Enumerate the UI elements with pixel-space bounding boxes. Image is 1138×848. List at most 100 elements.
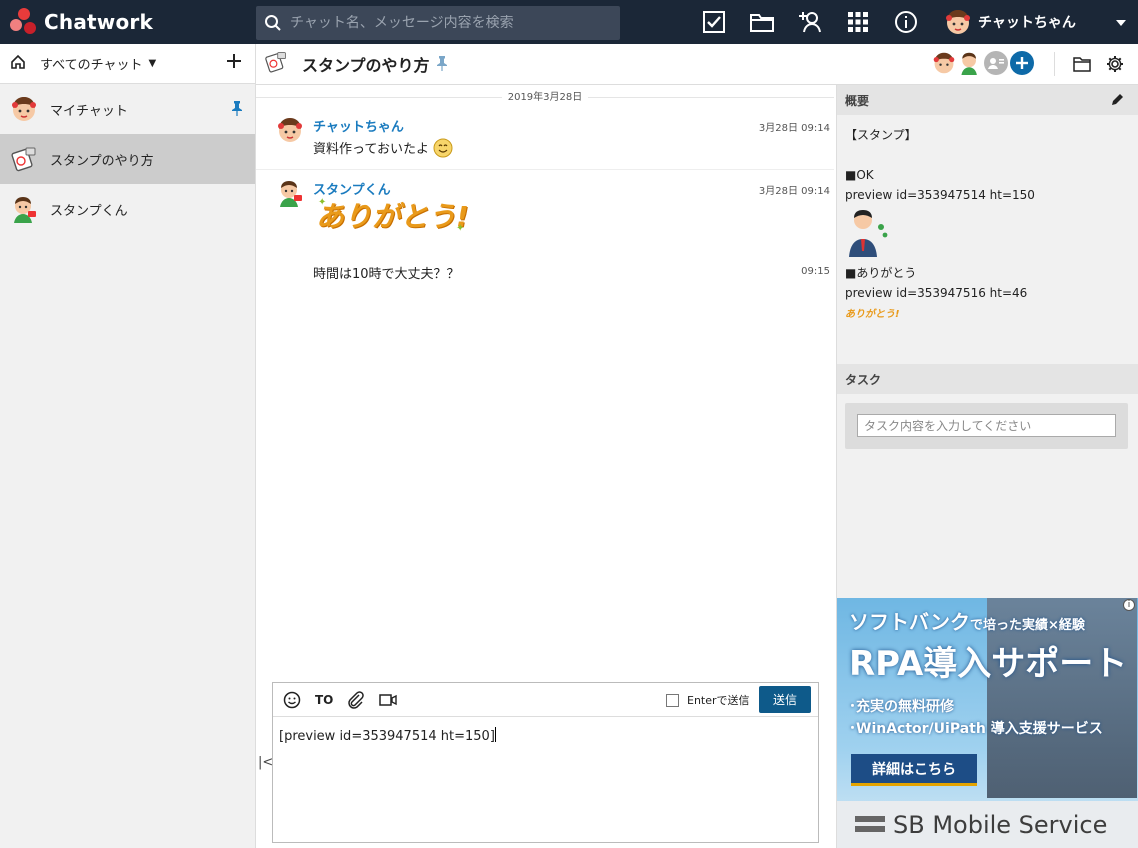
sender-name[interactable]: チャットちゃん	[313, 116, 404, 135]
message-text-content: 資料作っておいたよ	[313, 142, 429, 157]
sticker-room-icon	[264, 50, 292, 78]
search-box[interactable]	[256, 6, 620, 40]
overview-line: 【スタンプ】	[845, 128, 917, 142]
room-members[interactable]	[932, 51, 1036, 79]
attachment-clip-icon[interactable]	[347, 690, 365, 709]
search-icon	[256, 6, 290, 40]
logo-text: Chatwork	[44, 10, 153, 34]
room-item-stamp-howto[interactable]: スタンプのやり方	[0, 134, 255, 184]
tasks-title: タスク	[845, 372, 882, 387]
member-avatar[interactable]	[932, 51, 956, 79]
room-name: マイチャット	[50, 103, 128, 119]
add-contact-icon[interactable]	[796, 8, 824, 36]
edit-pencil-icon[interactable]	[1110, 93, 1124, 110]
sparkle-icon: ✦	[318, 197, 327, 208]
overview-header: 概要	[837, 85, 1138, 115]
top-bar: Chatwork チャットちゃん	[0, 0, 1138, 44]
ad-details-button[interactable]: 詳細はこちら	[851, 754, 977, 786]
video-call-icon[interactable]	[379, 693, 398, 707]
to-button[interactable]: TO	[315, 693, 333, 707]
ad-headline: ソフトバンクで培った実績×経験	[849, 606, 1085, 635]
smile-emoticon-icon	[433, 138, 453, 162]
overview-line: ■OK	[845, 168, 874, 182]
composer-toolbar: TO Enterで送信 送信	[273, 683, 818, 717]
message-text: 時間は10時で大丈夫？？	[313, 267, 460, 282]
user-avatar	[944, 8, 972, 36]
home-icon	[10, 54, 26, 74]
arigato-sticker: ありがとう!	[316, 200, 469, 233]
overview-content: 【スタンプ】 ■OK preview id=353947514 ht=150 ■…	[837, 115, 1138, 335]
sparkle-icon: ✦	[456, 223, 465, 234]
room-name: スタンプくん	[50, 203, 128, 219]
room-list-sidebar: すべてのチャット ▼ マイチャット スタンプのやり方 スタンプくん	[0, 44, 256, 848]
member-list-icon[interactable]	[984, 51, 1008, 79]
message-time: 09:15	[801, 266, 830, 277]
apps-grid-icon[interactable]	[844, 8, 872, 36]
message-timeline[interactable]: 2019年3月28日 チャットちゃん 3月28日 09:14 資料作っておいたよ…	[256, 85, 836, 675]
collapse-panel-icon[interactable]: |<	[258, 755, 273, 770]
folder-icon[interactable]	[748, 8, 776, 36]
divider	[256, 169, 834, 170]
caret-down-icon: ▼	[148, 58, 157, 69]
send-button[interactable]: 送信	[759, 686, 811, 713]
member-avatar[interactable]	[958, 51, 982, 79]
enter-to-send-toggle[interactable]: Enterで送信	[666, 692, 750, 708]
user-menu[interactable]: チャットちゃん	[944, 6, 1126, 38]
date-label: 2019年3月28日	[501, 92, 589, 103]
message[interactable]: 09:15 時間は10時で大丈夫？？	[256, 263, 834, 285]
message-input-value: [preview id=353947514 ht=150]	[279, 729, 495, 744]
message-input[interactable]: [preview id=353947514 ht=150]	[279, 727, 496, 744]
overview-section: 概要 【スタンプ】 ■OK preview id=353947514 ht=15…	[837, 85, 1138, 364]
info-icon[interactable]	[892, 8, 920, 36]
room-header: スタンプのやり方	[256, 44, 1138, 85]
ad-bullet: ･充実の無料研修	[849, 699, 954, 715]
room-item-stamp-kun[interactable]: スタンプくん	[0, 184, 255, 234]
overview-title: 概要	[845, 93, 870, 108]
message-composer: TO Enterで送信 送信 [preview id=353947514 ht=…	[272, 682, 819, 843]
task-input-box	[845, 403, 1128, 449]
user-name: チャットちゃん	[978, 15, 1076, 31]
task-input[interactable]	[857, 414, 1116, 437]
enter-to-send-checkbox[interactable]	[666, 693, 679, 707]
room-files-icon[interactable]	[1071, 53, 1093, 75]
ad-headline-brand: ソフトバンク	[849, 610, 970, 634]
sender-avatar[interactable]	[276, 116, 304, 144]
sender-avatar[interactable]	[276, 179, 304, 207]
chat-filter-label: すべてのチャット	[40, 58, 143, 73]
ad-main-title: RPA導入サポート	[849, 644, 1128, 684]
room-name: スタンプのやり方	[50, 153, 154, 169]
date-separator: 2019年3月28日	[256, 88, 834, 103]
avatar	[10, 195, 38, 223]
avatar	[10, 95, 38, 123]
ad-headline-sub: で培った実績×経験	[970, 618, 1085, 633]
divider	[1054, 52, 1055, 76]
ok-sticker-image	[845, 205, 1130, 257]
message-time: 3月28日 09:14	[758, 186, 830, 197]
chat-filter[interactable]: すべてのチャット ▼	[0, 44, 255, 84]
pin-icon[interactable]	[436, 55, 448, 75]
room-title: スタンプのやり方	[302, 56, 430, 75]
ad-brand-bar: SB Mobile Service	[837, 801, 1138, 848]
ad-bullet: ･WinActor/UiPath 導入支援サービス	[849, 721, 1103, 737]
chevron-down-icon	[1116, 16, 1126, 31]
text-cursor	[494, 727, 496, 742]
pin-icon[interactable]	[231, 100, 243, 120]
room-item-mychat[interactable]: マイチャット	[0, 84, 255, 134]
message[interactable]: チャットちゃん 3月28日 09:14 資料作っておいたよ	[256, 116, 834, 170]
ad-info-icon[interactable]: i	[1123, 599, 1135, 611]
advertisement-banner[interactable]: i ソフトバンクで培った実績×経験 RPA導入サポート ･充実の無料研修 ･Wi…	[837, 598, 1138, 848]
task-check-icon[interactable]	[700, 8, 728, 36]
add-chat-button[interactable]	[225, 52, 243, 75]
logo-mark-icon	[10, 8, 38, 36]
overview-line: preview id=353947516 ht=46	[845, 286, 1028, 300]
ad-brand-name: SB Mobile Service	[893, 810, 1108, 839]
search-input[interactable]	[290, 15, 610, 31]
chatwork-logo[interactable]: Chatwork	[10, 8, 153, 36]
emoticon-button-icon[interactable]	[283, 691, 301, 709]
add-member-button[interactable]	[1010, 51, 1034, 79]
overview-line: preview id=353947514 ht=150	[845, 188, 1035, 202]
arigato-sticker-image: ありがとう!	[845, 309, 900, 320]
message-time: 3月28日 09:14	[758, 123, 830, 134]
enter-to-send-label: Enterで送信	[687, 694, 750, 707]
settings-gear-icon[interactable]	[1104, 53, 1126, 75]
